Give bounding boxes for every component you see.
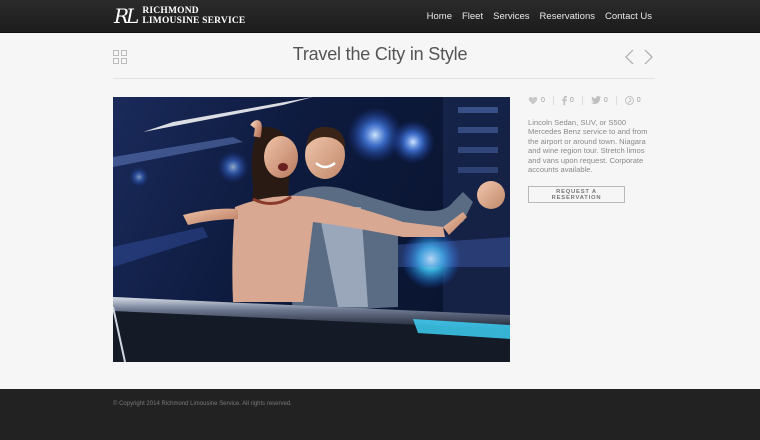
logo-line-1: RICHMOND — [142, 6, 199, 16]
logo-wordmark: RICHMOND LIMOUSINE SERVICE — [142, 6, 245, 26]
twitter-count: 0 — [603, 96, 608, 104]
like-button[interactable]: 0 — [528, 96, 545, 105]
nav-reservations[interactable]: Reservations — [540, 11, 595, 22]
social-divider — [581, 95, 583, 105]
service-description: Lincoln Sedan, SUV, or S500 Mercedes Ben… — [528, 118, 648, 175]
facebook-icon — [561, 95, 567, 105]
next-arrow-icon[interactable] — [642, 49, 654, 65]
twitter-icon — [590, 96, 601, 104]
site-footer: © Copyright 2014 Richmond Limousine Serv… — [0, 389, 760, 440]
pinterest-share-button[interactable]: 0 — [624, 95, 641, 105]
social-divider — [615, 95, 617, 105]
social-divider — [552, 95, 554, 105]
site-logo[interactable]: RL RICHMOND LIMOUSINE SERVICE — [114, 3, 245, 29]
nav-contact-us[interactable]: Contact Us — [605, 11, 652, 22]
previous-arrow-icon[interactable] — [624, 49, 636, 65]
copyright-text: © Copyright 2014 Richmond Limousine Serv… — [113, 401, 292, 407]
nav-home[interactable]: Home — [427, 11, 452, 22]
pinterest-icon — [624, 95, 634, 105]
facebook-share-button[interactable]: 0 — [561, 95, 574, 105]
request-reservation-button[interactable]: REQUEST A RESERVATION — [528, 186, 625, 203]
social-counts: 0 0 0 0 — [528, 95, 649, 105]
logo-monogram: RL — [114, 4, 139, 28]
pinterest-count: 0 — [636, 96, 641, 104]
nav-fleet[interactable]: Fleet — [462, 11, 483, 22]
main-nav: Home Fleet Services Reservations Contact… — [427, 0, 652, 32]
featured-photo — [113, 97, 510, 362]
nav-services[interactable]: Services — [493, 11, 529, 22]
facebook-count: 0 — [569, 96, 574, 104]
logo-line-2: LIMOUSINE SERVICE — [142, 16, 246, 26]
title-divider — [113, 78, 655, 79]
twitter-share-button[interactable]: 0 — [590, 96, 608, 104]
limousine-couple-illustration — [113, 97, 510, 362]
site-header: RL RICHMOND LIMOUSINE SERVICE Home Fleet… — [0, 0, 760, 33]
heart-icon — [528, 96, 538, 104]
like-count: 0 — [541, 96, 545, 104]
